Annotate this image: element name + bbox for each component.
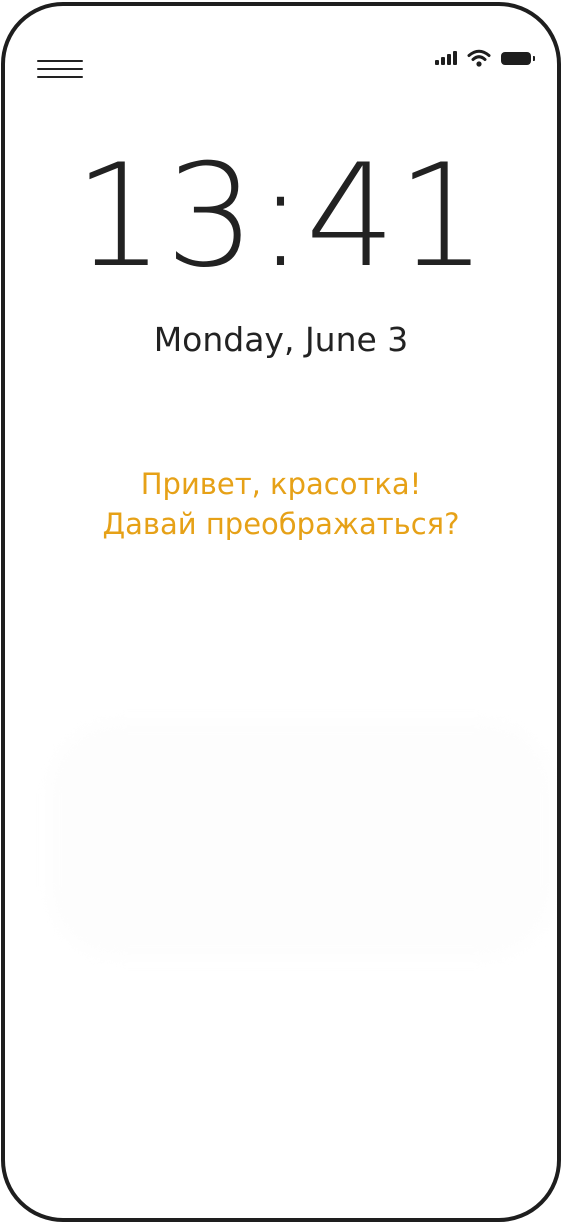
widget-area: [49, 722, 553, 958]
signal-icon: [435, 51, 457, 65]
status-bar: [435, 48, 535, 68]
menu-icon[interactable]: [37, 58, 83, 80]
phone-frame: 13:41 Monday, June 3 Привет, красотка! Д…: [1, 2, 561, 1222]
greeting-message: Привет, красотка! Давай преображаться?: [5, 464, 557, 544]
lock-screen-date: Monday, June 3: [153, 320, 409, 359]
lock-screen-time: 13:41: [73, 134, 489, 299]
wifi-icon: [467, 49, 491, 67]
greeting-line-1: Привет, красотка!: [140, 467, 422, 501]
battery-icon: [501, 51, 535, 65]
greeting-line-2: Давай преображаться?: [102, 507, 460, 541]
